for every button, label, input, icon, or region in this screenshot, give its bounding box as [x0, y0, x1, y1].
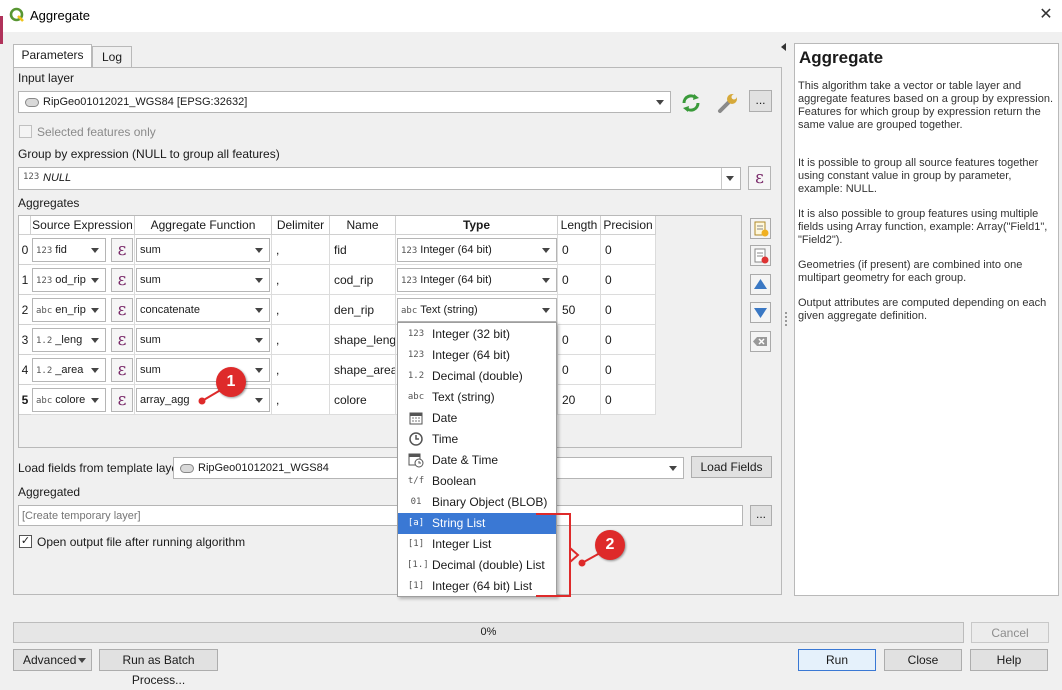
annotation-overlay: [198, 387, 601, 597]
annotation-badge: 2: [595, 530, 625, 560]
annotation-badge: 1: [216, 367, 246, 397]
